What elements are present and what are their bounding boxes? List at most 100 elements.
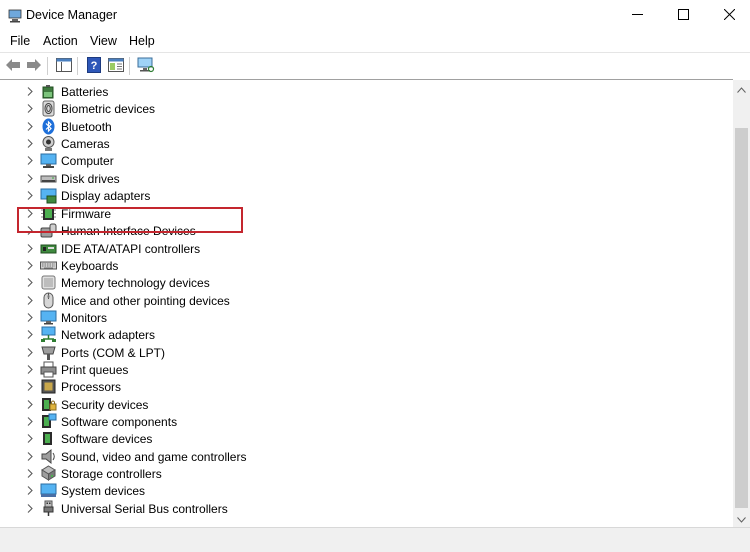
tree-item-security-devices[interactable]: Security devices: [0, 396, 733, 413]
firmware-chip-icon: [40, 205, 57, 222]
forward-button[interactable]: [24, 56, 44, 76]
chevron-right-icon[interactable]: [25, 260, 35, 271]
tree-item-print-queues[interactable]: Print queues: [0, 361, 733, 378]
processor-icon: [40, 378, 57, 395]
chevron-right-icon[interactable]: [25, 364, 35, 375]
menu-action[interactable]: Action: [42, 34, 79, 48]
tree-item-storage-controllers[interactable]: Storage controllers: [0, 465, 733, 482]
scroll-down-button[interactable]: [733, 510, 750, 527]
tree-item-keyboards[interactable]: Keyboards: [0, 257, 733, 274]
menu-help[interactable]: Help: [128, 34, 156, 48]
tree-item-network-adapters[interactable]: Network adapters: [0, 326, 733, 343]
chevron-right-icon[interactable]: [25, 208, 35, 219]
tree-item-software-components[interactable]: Software components: [0, 413, 733, 430]
tree-item-computer[interactable]: Computer: [0, 152, 733, 169]
tree-item-software-devices[interactable]: Software devices: [0, 430, 733, 447]
tree-item-memory-technology-devices[interactable]: Memory technology devices: [0, 274, 733, 291]
forward-arrow-icon: [26, 58, 42, 75]
tree-item-ports-com-lpt[interactable]: Ports (COM & LPT): [0, 344, 733, 361]
software-device-icon: [40, 430, 57, 447]
maximize-button[interactable]: [661, 0, 706, 31]
scrollbar-thumb[interactable]: [735, 128, 748, 508]
chevron-right-icon[interactable]: [25, 381, 35, 392]
toolbar: ?: [0, 52, 750, 79]
camera-icon: [40, 135, 57, 152]
scan-hardware-changes-button[interactable]: [136, 56, 156, 76]
tree-item-label: Ports (COM & LPT): [61, 346, 166, 360]
battery-icon: [40, 83, 57, 100]
tree-item-label: Software components: [61, 415, 178, 429]
scroll-down-arrow-icon: [737, 512, 746, 526]
chevron-right-icon[interactable]: [25, 503, 35, 514]
chevron-right-icon[interactable]: [25, 121, 35, 132]
tree-item-processors[interactable]: Processors: [0, 378, 733, 395]
chevron-right-icon[interactable]: [25, 468, 35, 479]
device-tree: Batteries Biometric devices Bluetooth Ca…: [0, 79, 733, 528]
chevron-right-icon[interactable]: [25, 295, 35, 306]
status-bar: [0, 527, 750, 552]
title-bar[interactable]: Device Manager: [0, 0, 750, 31]
chevron-right-icon[interactable]: [25, 243, 35, 254]
tree-item-label: Processors: [61, 380, 122, 394]
scan-hardware-changes-icon: [137, 57, 155, 76]
tree-item-monitors[interactable]: Monitors: [0, 309, 733, 326]
chevron-right-icon[interactable]: [25, 329, 35, 340]
chevron-right-icon[interactable]: [25, 347, 35, 358]
storage-controller-icon: [40, 465, 57, 482]
tree-item-batteries[interactable]: Batteries: [0, 83, 733, 100]
mouse-icon: [40, 292, 57, 309]
chevron-right-icon[interactable]: [25, 485, 35, 496]
tree-item-disk-drives[interactable]: Disk drives: [0, 170, 733, 187]
tree-item-label: Print queues: [61, 363, 129, 377]
chevron-right-icon[interactable]: [25, 86, 35, 97]
chevron-right-icon[interactable]: [25, 103, 35, 114]
minimize-icon: [632, 9, 643, 23]
chevron-right-icon[interactable]: [25, 190, 35, 201]
chevron-right-icon[interactable]: [25, 277, 35, 288]
tree-item-label: Firmware: [61, 207, 111, 221]
show-hide-console-tree-button[interactable]: [54, 56, 74, 76]
tree-item-cameras[interactable]: Cameras: [0, 135, 733, 152]
tree-item-biometric-devices[interactable]: Biometric devices: [0, 100, 733, 117]
menu-view[interactable]: View: [89, 34, 118, 48]
system-device-icon: [40, 482, 57, 499]
chevron-right-icon[interactable]: [25, 416, 35, 427]
minimize-button[interactable]: [615, 0, 660, 31]
chevron-right-icon[interactable]: [25, 312, 35, 323]
chevron-right-icon[interactable]: [25, 155, 35, 166]
usb-icon: [40, 500, 57, 517]
tree-item-label: Biometric devices: [61, 102, 156, 116]
scroll-up-button[interactable]: [733, 80, 750, 97]
properties-button[interactable]: [106, 56, 126, 76]
tree-item-label: Software devices: [61, 432, 153, 446]
display-adapter-icon: [40, 187, 57, 204]
chevron-right-icon[interactable]: [25, 173, 35, 184]
tree-item-label: IDE ATA/ATAPI controllers: [61, 242, 201, 256]
menu-file[interactable]: File: [9, 34, 31, 48]
help-button[interactable]: ?: [84, 56, 104, 76]
chevron-right-icon[interactable]: [25, 138, 35, 149]
speaker-icon: [40, 448, 57, 465]
tree-item-display-adapters[interactable]: Display adapters: [0, 187, 733, 204]
chevron-right-icon[interactable]: [25, 225, 35, 236]
toolbar-separator: [129, 57, 130, 75]
tree-item-system-devices[interactable]: System devices: [0, 482, 733, 499]
network-adapter-icon: [40, 326, 57, 343]
close-button[interactable]: [707, 0, 750, 31]
tree-item-mice-and-other-pointing-devices[interactable]: Mice and other pointing devices: [0, 292, 733, 309]
vertical-scrollbar[interactable]: [733, 80, 750, 527]
tree-item-sound-video-game-controllers[interactable]: Sound, video and game controllers: [0, 448, 733, 465]
toolbar-separator: [77, 57, 78, 75]
chevron-right-icon[interactable]: [25, 399, 35, 410]
keyboard-icon: [40, 257, 57, 274]
chevron-right-icon[interactable]: [25, 451, 35, 462]
toolbar-separator: [47, 57, 48, 75]
chevron-right-icon[interactable]: [25, 433, 35, 444]
tree-item-human-interface-devices[interactable]: Human Interface Devices: [0, 222, 733, 239]
memory-device-icon: [40, 274, 57, 291]
tree-item-ide-ata-atapi-controllers[interactable]: IDE ATA/ATAPI controllers: [0, 240, 733, 257]
tree-item-firmware[interactable]: Firmware: [0, 205, 733, 222]
tree-item-universal-serial-bus-controllers[interactable]: Universal Serial Bus controllers: [0, 500, 733, 517]
back-button[interactable]: [3, 56, 23, 76]
tree-item-bluetooth[interactable]: Bluetooth: [0, 118, 733, 135]
